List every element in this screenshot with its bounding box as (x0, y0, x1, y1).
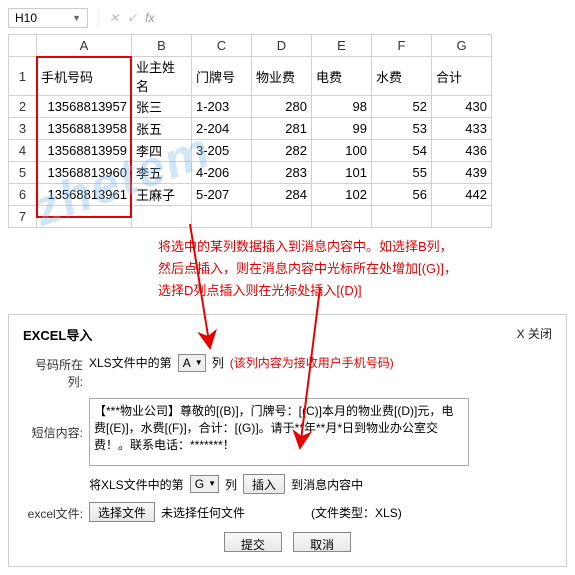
insert-col-suffix: 列 (225, 476, 237, 493)
formula-cancel-icon: ✕ (109, 11, 119, 25)
msg-label: 短信内容: (23, 398, 83, 441)
cell[interactable]: 13568813959 (37, 140, 132, 162)
file-type-hint: (文件类型：XLS) (311, 504, 402, 521)
row-header-7[interactable]: 7 (9, 206, 37, 228)
file-label: excel文件: (23, 503, 83, 522)
row-header-3[interactable]: 3 (9, 118, 37, 140)
cell[interactable]: 物业费 (252, 57, 312, 96)
cell[interactable]: 436 (432, 140, 492, 162)
cell[interactable]: 99 (312, 118, 372, 140)
cancel-button[interactable]: 取消 (293, 532, 351, 552)
annotation-line: 选择D列点插入则在光标处插入[(D)] (158, 280, 567, 302)
cell[interactable]: 张三 (132, 96, 192, 118)
cell[interactable]: 5-207 (192, 184, 252, 206)
cell[interactable]: 55 (372, 162, 432, 184)
sms-content-textarea[interactable] (89, 398, 469, 466)
spreadsheet-grid[interactable]: A B C D E F G 1 手机号码 业主姓名 门牌号 物业费 电费 水费 … (8, 34, 492, 228)
cell[interactable] (312, 206, 372, 228)
excel-import-dialog: EXCEL导入 X 关闭 号码所在列: XLS文件中的第 A 列 (该列内容为接… (8, 314, 567, 567)
cell[interactable]: 430 (432, 96, 492, 118)
select-all-corner[interactable] (9, 35, 37, 57)
cell[interactable]: 王麻子 (132, 184, 192, 206)
cell[interactable]: 13568813961 (37, 184, 132, 206)
annotation-line: 然后点插入，则在消息内容中光标所在处增加[(G)]， (158, 258, 567, 280)
phone-col-suffix: 列 (212, 354, 224, 371)
phone-col-label: 号码所在列: (23, 354, 83, 390)
cell[interactable]: 52 (372, 96, 432, 118)
dialog-close-button[interactable]: X 关闭 (517, 325, 552, 344)
col-header-B[interactable]: B (132, 35, 192, 57)
cell[interactable]: 3-205 (192, 140, 252, 162)
row-header-6[interactable]: 6 (9, 184, 37, 206)
cell[interactable]: 54 (372, 140, 432, 162)
cell[interactable]: 56 (372, 184, 432, 206)
cell[interactable]: 53 (372, 118, 432, 140)
cell[interactable]: 281 (252, 118, 312, 140)
cell[interactable]: 98 (312, 96, 372, 118)
col-header-G[interactable]: G (432, 35, 492, 57)
annotation-text: 将选中的某列数据插入到消息内容中。如选择B列， 然后点插入，则在消息内容中光标所… (158, 236, 567, 302)
file-status: 未选择任何文件 (161, 504, 245, 521)
cell[interactable] (132, 206, 192, 228)
insert-button[interactable]: 插入 (243, 474, 285, 494)
col-header-F[interactable]: F (372, 35, 432, 57)
cell[interactable]: 13568813957 (37, 96, 132, 118)
name-box[interactable]: H10 ▼ (8, 8, 88, 28)
cell[interactable]: 282 (252, 140, 312, 162)
cell[interactable]: 100 (312, 140, 372, 162)
phone-col-hint: (该列内容为接收用户手机号码) (230, 354, 394, 371)
cell[interactable]: 1-203 (192, 96, 252, 118)
cell[interactable]: 2-204 (192, 118, 252, 140)
formula-confirm-icon: ✓ (127, 11, 137, 25)
cell[interactable]: 284 (252, 184, 312, 206)
cell[interactable] (252, 206, 312, 228)
cell[interactable]: 283 (252, 162, 312, 184)
cell[interactable] (372, 206, 432, 228)
row-header-2[interactable]: 2 (9, 96, 37, 118)
cell[interactable]: 101 (312, 162, 372, 184)
cell[interactable]: 手机号码 (37, 57, 132, 96)
cell[interactable]: 水费 (372, 57, 432, 96)
annotation-line: 将选中的某列数据插入到消息内容中。如选择B列， (158, 236, 567, 258)
cell[interactable]: 合计 (432, 57, 492, 96)
row-header-4[interactable]: 4 (9, 140, 37, 162)
name-box-dropdown-icon: ▼ (72, 13, 81, 23)
name-box-value: H10 (15, 11, 37, 25)
col-header-C[interactable]: C (192, 35, 252, 57)
dialog-title: EXCEL导入 (23, 325, 92, 344)
cell[interactable]: 439 (432, 162, 492, 184)
cell[interactable]: 业主姓名 (132, 57, 192, 96)
choose-file-button[interactable]: 选择文件 (89, 502, 155, 522)
submit-button[interactable]: 提交 (224, 532, 282, 552)
row-header-5[interactable]: 5 (9, 162, 37, 184)
insert-col-select[interactable]: G (190, 475, 219, 493)
insert-suffix: 到消息内容中 (291, 476, 363, 493)
col-header-D[interactable]: D (252, 35, 312, 57)
col-header-A[interactable]: A (37, 35, 132, 57)
cell[interactable]: 电费 (312, 57, 372, 96)
formula-bar: ✕ ✓ fx (98, 8, 154, 28)
cell[interactable]: 102 (312, 184, 372, 206)
cell[interactable]: 4-206 (192, 162, 252, 184)
cell[interactable]: 李五 (132, 162, 192, 184)
cell[interactable] (192, 206, 252, 228)
insert-prefix: 将XLS文件中的第 (89, 476, 184, 493)
cell[interactable]: 李四 (132, 140, 192, 162)
cell[interactable]: 张五 (132, 118, 192, 140)
cell[interactable]: 13568813960 (37, 162, 132, 184)
cell[interactable]: 442 (432, 184, 492, 206)
cell[interactable]: 门牌号 (192, 57, 252, 96)
phone-col-select[interactable]: A (178, 354, 206, 372)
row-header-1[interactable]: 1 (9, 57, 37, 96)
cell[interactable] (37, 206, 132, 228)
cell[interactable] (432, 206, 492, 228)
col-header-E[interactable]: E (312, 35, 372, 57)
cell[interactable]: 13568813958 (37, 118, 132, 140)
cell[interactable]: 433 (432, 118, 492, 140)
phone-col-prefix: XLS文件中的第 (89, 354, 172, 371)
cell[interactable]: 280 (252, 96, 312, 118)
fx-label: fx (145, 11, 154, 25)
